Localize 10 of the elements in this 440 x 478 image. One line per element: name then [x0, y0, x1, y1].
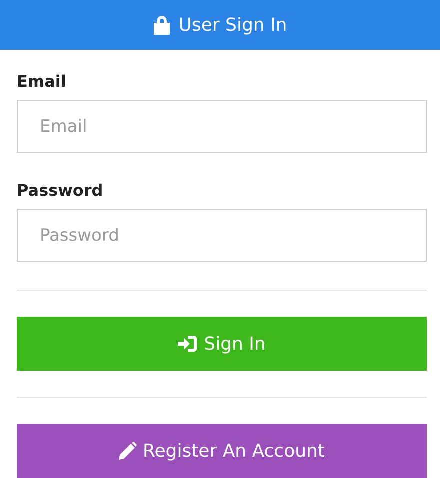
input-field[interactable]: Email [17, 100, 427, 153]
pencil-icon [119, 442, 138, 460]
field-label: Email [17, 72, 68, 92]
register-button[interactable]: Register An Account [17, 424, 427, 478]
input-field[interactable]: Password [17, 209, 427, 262]
field-label: Password [17, 181, 104, 201]
lock-icon [152, 15, 171, 35]
sign-in-icon [178, 335, 198, 353]
sign-in-button[interactable]: Sign In [17, 317, 427, 371]
header-title: User Sign In [178, 14, 288, 36]
